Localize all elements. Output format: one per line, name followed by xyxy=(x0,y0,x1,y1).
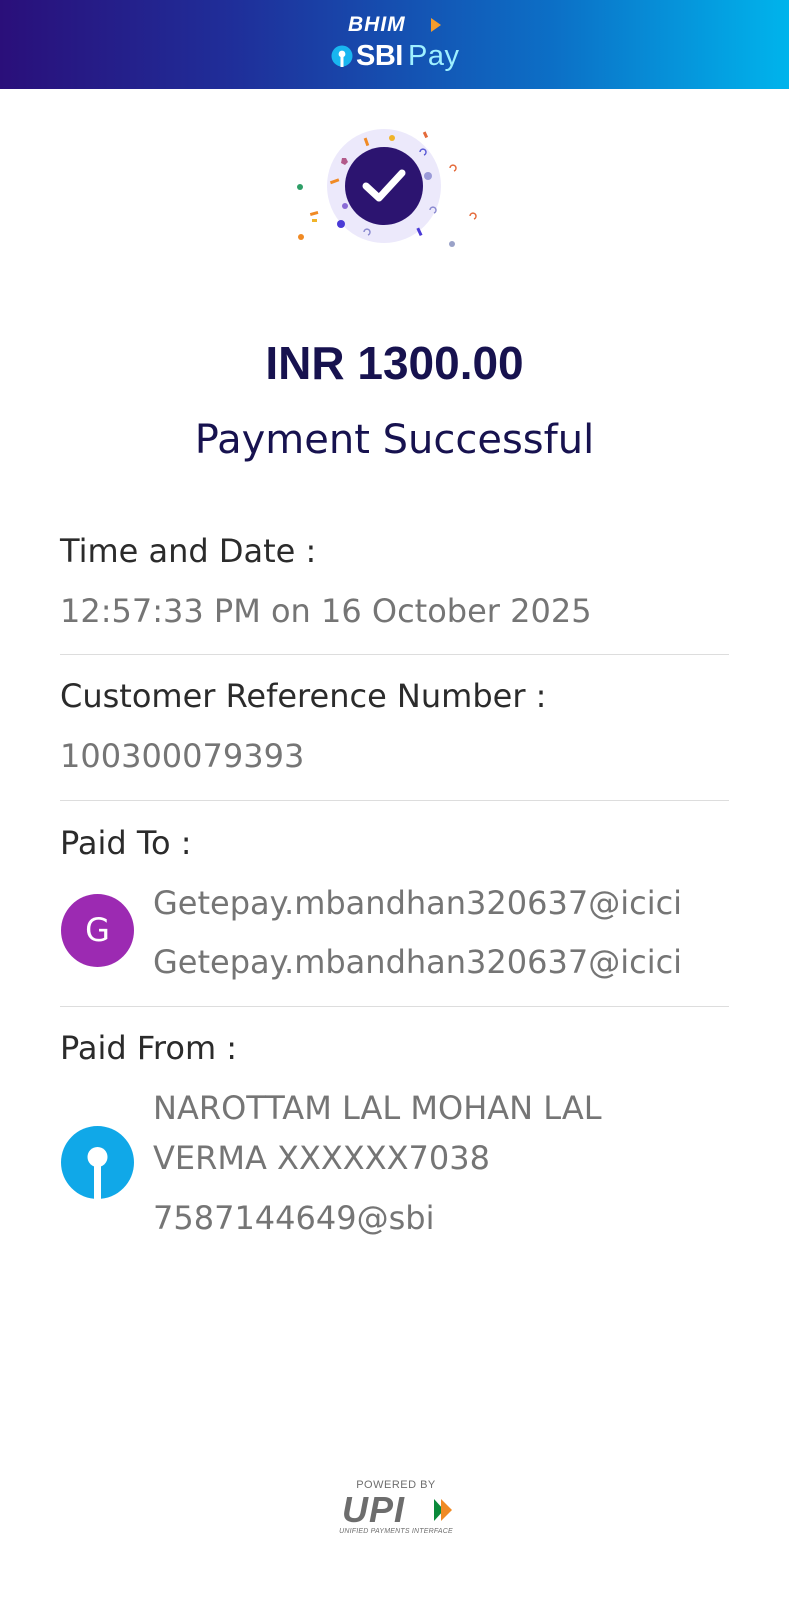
powered-by-upi-logo: POWERED BY UPI UNIFIED PAYMENTS INTERFAC… xyxy=(336,1479,456,1541)
bhim-arrow-icon xyxy=(431,18,441,32)
divider xyxy=(60,800,729,801)
bhim-label: BHIM xyxy=(348,13,406,36)
time-date-label: Time and Date : xyxy=(60,532,317,570)
payee-avatar: G xyxy=(61,894,134,967)
time-date-value: 12:57:33 PM on 16 October 2025 xyxy=(60,592,592,630)
paid-to-label: Paid To : xyxy=(60,824,192,862)
sbi-logo-icon xyxy=(331,45,353,67)
divider xyxy=(60,1006,729,1007)
pay-label: Pay xyxy=(408,40,460,72)
sbi-label: SBI xyxy=(356,40,403,72)
bhim-sbi-pay-logo: BHIM SBI Pay xyxy=(0,0,789,89)
payment-amount: INR 1300.00 xyxy=(265,337,524,389)
payment-status: Payment Successful xyxy=(194,417,595,463)
payee-vpa: Getepay.mbandhan320637@icici xyxy=(153,943,683,981)
payer-name-line2: VERMA XXXXXX7038 xyxy=(153,1139,490,1177)
app-header: BHIM SBI Pay xyxy=(0,0,789,89)
divider xyxy=(60,654,729,655)
upi-label: UPI xyxy=(342,1489,406,1530)
upi-full-name: UNIFIED PAYMENTS INTERFACE xyxy=(339,1528,453,1535)
payer-vpa: 7587144649@sbi xyxy=(153,1199,435,1237)
sbi-bank-avatar xyxy=(61,1126,134,1199)
sbi-keyhole-icon xyxy=(87,1147,108,1199)
paid-from-label: Paid From : xyxy=(60,1029,238,1067)
reference-label: Customer Reference Number : xyxy=(60,677,547,715)
success-check-icon xyxy=(297,129,477,247)
payee-name: Getepay.mbandhan320637@icici xyxy=(153,884,683,922)
payer-name-line1: NAROTTAM LAL MOHAN LAL xyxy=(153,1089,602,1127)
upi-arrow-icon xyxy=(434,1499,452,1521)
reference-value: 100300079393 xyxy=(60,737,305,775)
